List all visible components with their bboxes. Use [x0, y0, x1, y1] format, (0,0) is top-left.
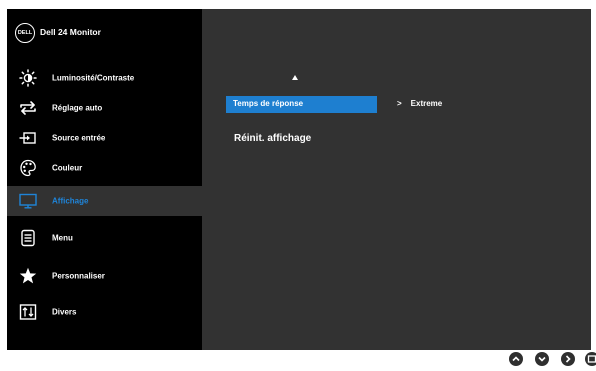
osd-header: DELL Dell 24 Monitor: [7, 9, 202, 56]
sidebar-item-display[interactable]: Affichage: [7, 186, 202, 216]
sidebar-item-label: Affichage: [52, 196, 89, 206]
response-time-value: > Extreme: [397, 99, 442, 108]
nav-exit-button[interactable]: [585, 352, 596, 366]
color-palette-icon: [20, 159, 36, 177]
exit-icon: [587, 355, 596, 363]
star-icon: [19, 267, 37, 284]
others-icon: [19, 304, 37, 320]
sidebar: DELL Dell 24 Monitor Luminosité/Contrast…: [7, 9, 202, 350]
value-text: Extreme: [410, 99, 443, 108]
chevron-right-icon: [565, 355, 571, 363]
chevron-down-icon: [538, 356, 546, 362]
input-source-icon: [19, 132, 36, 144]
monitor-title: Dell 24 Monitor: [40, 27, 101, 37]
nav-up-button[interactable]: [509, 352, 523, 366]
sidebar-item-input-source[interactable]: Source entrée: [7, 123, 202, 153]
sidebar-item-label: Menu: [52, 233, 73, 243]
sidebar-item-label: Couleur: [52, 163, 83, 173]
sidebar-item-label: Luminosité/Contraste: [52, 73, 135, 83]
sidebar-item-menu[interactable]: Menu: [7, 223, 202, 253]
sidebar-item-label: Source entrée: [52, 133, 106, 143]
nav-right-button[interactable]: [561, 352, 575, 366]
dell-logo: DELL: [15, 23, 35, 43]
value-marker: >: [397, 99, 402, 108]
brightness-icon: [19, 69, 37, 87]
sidebar-item-label: Réglage auto: [52, 103, 103, 113]
sidebar-item-brightness-contrast[interactable]: Luminosité/Contraste: [7, 63, 202, 93]
nav-down-button[interactable]: [535, 352, 549, 366]
submenu-item-reset-display[interactable]: Réinit. affichage: [234, 133, 311, 144]
sidebar-item-label: Divers: [52, 307, 77, 317]
submenu-item-label: Temps de réponse: [233, 99, 304, 108]
sidebar-item-label: Personnaliser: [52, 271, 105, 281]
display-icon: [19, 193, 37, 209]
menu-icon: [21, 229, 35, 247]
chevron-up-icon: [512, 356, 520, 362]
osd-menu: DELL Dell 24 Monitor Luminosité/Contrast…: [7, 9, 591, 350]
sidebar-item-others[interactable]: Divers: [7, 297, 202, 327]
auto-adjust-icon: [20, 101, 36, 115]
sidebar-item-color[interactable]: Couleur: [7, 153, 202, 183]
submenu-item-response-time[interactable]: Temps de réponse: [226, 96, 377, 113]
submenu-panel: Temps de réponse > Extreme Réinit. affich…: [202, 9, 591, 350]
sidebar-item-auto-adjust[interactable]: Réglage auto: [7, 93, 202, 123]
sidebar-item-personalize[interactable]: Personnaliser: [7, 261, 202, 291]
scroll-up-indicator-icon: [292, 75, 298, 80]
